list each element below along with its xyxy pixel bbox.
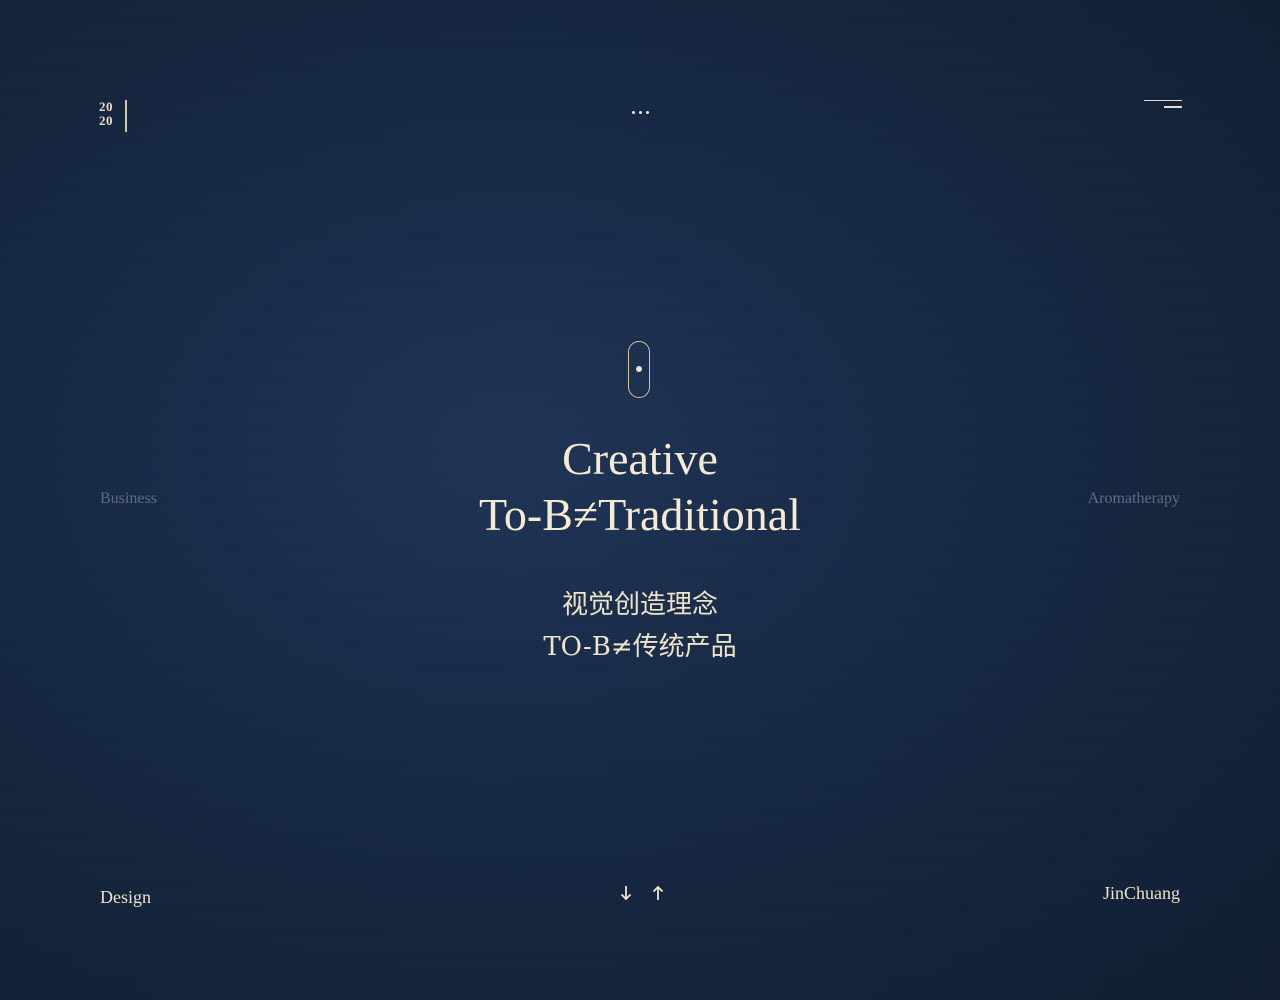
scroll-mouse-icon: [628, 341, 650, 398]
menu-line-short: [1164, 106, 1182, 108]
dot: [645, 110, 649, 114]
footer-jinchuang-link[interactable]: JinChuang: [1103, 883, 1180, 904]
arrow-down-icon[interactable]: [618, 883, 634, 903]
side-label-business: Business: [100, 490, 157, 507]
scroll-dot: [636, 366, 642, 372]
arrow-navigation: [614, 883, 670, 903]
year-logo[interactable]: 20 20: [99, 100, 127, 132]
hero-subtitle-line-2: TO-B≠传统产品: [543, 632, 737, 662]
dot: [631, 110, 635, 114]
hero-subtitle-line-1: 视觉创造理念: [561, 590, 718, 620]
hero-title-line-1: Creative: [562, 433, 718, 484]
menu-line-long: [1144, 100, 1182, 101]
footer-design-link[interactable]: Design: [100, 887, 151, 908]
dot: [638, 110, 642, 114]
logo-year-top: 20: [99, 99, 113, 114]
logo-year-bottom: 20: [99, 113, 113, 128]
arrow-up-icon[interactable]: [650, 883, 666, 903]
hero-title-line-2: To-B≠Traditional: [479, 489, 801, 540]
menu-icon[interactable]: [1140, 96, 1182, 116]
side-label-aromatherapy: Aromatherapy: [1087, 490, 1180, 507]
more-dots-icon[interactable]: [626, 106, 654, 118]
